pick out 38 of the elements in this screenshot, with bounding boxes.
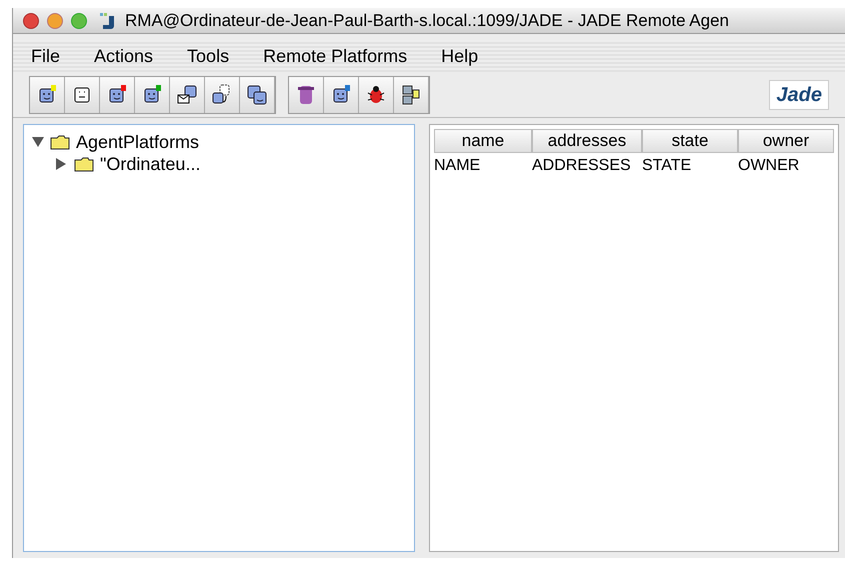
folder-icon <box>50 134 70 150</box>
toolbar-button[interactable] <box>100 76 135 112</box>
table-cell-text: STATE <box>642 156 692 176</box>
menu-item[interactable]: File <box>31 42 60 70</box>
app-icon <box>99 12 117 30</box>
expanded-triangle-icon[interactable] <box>32 137 44 147</box>
jade-logo: Jade <box>769 80 829 110</box>
toolbar-button[interactable] <box>324 76 359 112</box>
column-header[interactable]: name <box>434 129 532 153</box>
collapsed-triangle-icon[interactable] <box>56 158 68 170</box>
menu-item[interactable]: Actions <box>94 42 154 70</box>
smiley-envelope-icon <box>176 84 198 106</box>
column-header[interactable]: addresses <box>532 129 642 153</box>
toolbar-button[interactable] <box>30 76 65 112</box>
toolbar-button[interactable] <box>65 76 100 112</box>
menu-item[interactable]: Tools <box>187 42 230 70</box>
table-cell-text: OWNER <box>738 156 800 176</box>
table-cell-text: NAME <box>434 156 482 176</box>
close-button[interactable] <box>23 12 39 28</box>
toolbar-button[interactable] <box>289 76 324 112</box>
computers-icon <box>400 84 422 106</box>
menu-item[interactable]: Help <box>441 42 478 70</box>
two-smileys-icon <box>246 84 268 106</box>
column-header[interactable]: state <box>642 129 738 153</box>
window-title: RMA@Ordinateur-de-Jean-Paul-Barth-s.local.:1099/JADE - JADE Remote Agen <box>125 10 730 32</box>
toolbar-button[interactable] <box>170 76 205 112</box>
menu-item[interactable]: Remote Platforms <box>263 42 408 70</box>
bug-icon <box>365 84 387 106</box>
minimize-button[interactable] <box>47 12 63 28</box>
toolbar-button[interactable] <box>359 76 394 112</box>
folder-icon <box>74 156 94 172</box>
table-cell-text: ADDRESSES <box>532 156 632 176</box>
toolbar-button[interactable] <box>394 76 429 112</box>
toolbar-button[interactable] <box>135 76 170 112</box>
zoom-button[interactable] <box>71 12 87 28</box>
toolbar-button[interactable] <box>240 76 275 112</box>
column-header[interactable]: owner <box>738 129 834 153</box>
toolbar-button[interactable] <box>205 76 240 112</box>
